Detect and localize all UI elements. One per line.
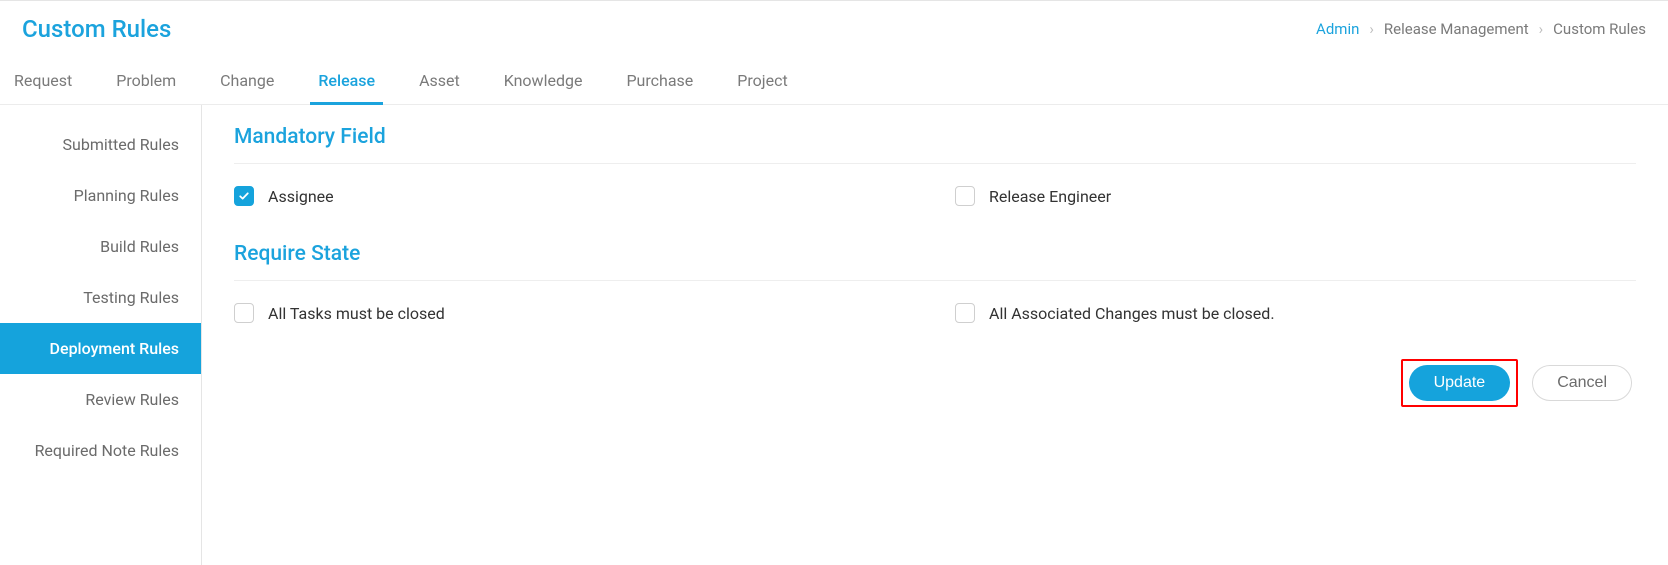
tab-release[interactable]: Release	[310, 61, 383, 104]
content-panel: Mandatory Field Assignee Release Engineer…	[202, 105, 1668, 565]
sidebar-item-deployment[interactable]: Deployment Rules	[0, 323, 201, 374]
tab-purchase[interactable]: Purchase	[618, 61, 701, 104]
sidebar-item-testing[interactable]: Testing Rules	[0, 272, 201, 323]
sidebar: Submitted RulesPlanning RulesBuild Rules…	[0, 105, 202, 565]
breadcrumb: Admin › Release Management › Custom Rule…	[1316, 20, 1646, 38]
tab-request[interactable]: Request	[6, 61, 80, 104]
mandatory-checkbox-1[interactable]	[955, 186, 975, 206]
mandatory-field-row: Assignee	[234, 186, 915, 206]
mandatory-checkbox-0[interactable]	[234, 186, 254, 206]
cancel-button[interactable]: Cancel	[1532, 365, 1632, 401]
sidebar-item-planning[interactable]: Planning Rules	[0, 170, 201, 221]
tab-asset[interactable]: Asset	[411, 61, 468, 104]
require-state-field-row: All Associated Changes must be closed.	[955, 303, 1636, 323]
breadcrumb-release-management[interactable]: Release Management	[1384, 20, 1529, 38]
mandatory-label-0: Assignee	[268, 187, 334, 206]
sidebar-item-review[interactable]: Review Rules	[0, 374, 201, 425]
breadcrumb-admin[interactable]: Admin	[1316, 20, 1359, 38]
require-state-label-0: All Tasks must be closed	[268, 304, 445, 323]
breadcrumb-current: Custom Rules	[1553, 20, 1646, 38]
tab-knowledge[interactable]: Knowledge	[496, 61, 591, 104]
require-state-checkbox-0[interactable]	[234, 303, 254, 323]
update-button[interactable]: Update	[1409, 365, 1511, 401]
require-state-field-row: All Tasks must be closed	[234, 303, 915, 323]
sidebar-item-required-note[interactable]: Required Note Rules	[0, 425, 201, 476]
require-state-checkbox-1[interactable]	[955, 303, 975, 323]
chevron-right-icon: ›	[1369, 20, 1374, 38]
tab-problem[interactable]: Problem	[108, 61, 184, 104]
sidebar-item-submitted[interactable]: Submitted Rules	[0, 119, 201, 170]
action-bar: Update Cancel	[234, 359, 1636, 407]
top-tabs: Request Problem Change Release Asset Knowledg…	[0, 61, 1668, 105]
mandatory-label-1: Release Engineer	[989, 187, 1111, 206]
mandatory-field-row: Release Engineer	[955, 186, 1636, 206]
section-require-state-title: Require State	[234, 242, 1636, 281]
chevron-right-icon: ›	[1539, 20, 1544, 38]
sidebar-item-build[interactable]: Build Rules	[0, 221, 201, 272]
tab-project[interactable]: Project	[729, 61, 795, 104]
require-state-label-1: All Associated Changes must be closed.	[989, 304, 1275, 323]
section-mandatory-title: Mandatory Field	[234, 125, 1636, 164]
tab-change[interactable]: Change	[212, 61, 282, 104]
page-title: Custom Rules	[22, 15, 171, 43]
update-highlight: Update	[1401, 359, 1519, 407]
